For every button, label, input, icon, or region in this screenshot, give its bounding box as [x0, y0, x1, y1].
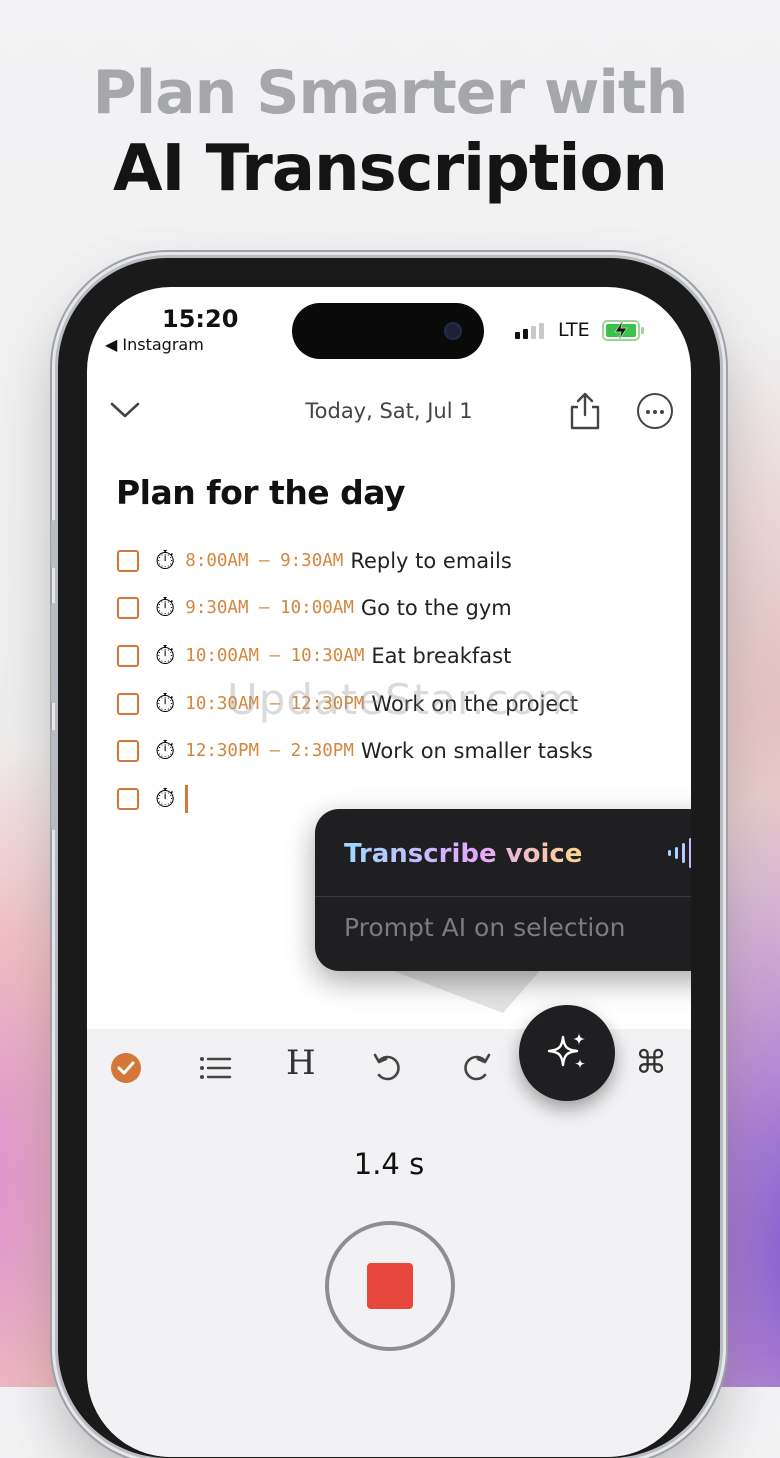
stop-recording-button[interactable] — [325, 1221, 455, 1351]
stopwatch-icon: ⏱ — [155, 688, 176, 719]
more-options-icon[interactable] — [637, 393, 673, 429]
stopwatch-icon: ⏱ — [155, 593, 176, 624]
stopwatch-icon: ⏱ — [155, 545, 176, 576]
stopwatch-icon: ⏱ — [155, 736, 176, 767]
headline-line-1: Plan Smarter with — [92, 58, 689, 128]
list-icon[interactable] — [197, 1051, 233, 1085]
undo-icon[interactable] — [371, 1051, 405, 1085]
sparkle-icon — [547, 1033, 585, 1069]
headline-line-2: AI Transcription — [113, 132, 668, 206]
transcribe-voice-option[interactable]: Transcribe voice — [315, 809, 691, 889]
battery-icon — [602, 319, 644, 341]
task-time: 8:00AM – 9:30AM — [185, 550, 344, 571]
task-item[interactable]: ⏱ 8:00AM – 9:30AM Reply to emails — [117, 537, 593, 585]
back-to-app-link[interactable]: ◀ Instagram — [105, 335, 204, 354]
task-time: 12:30PM – 2:30PM — [185, 741, 354, 762]
prompt-ai-option[interactable]: Prompt AI on selection — [315, 897, 691, 971]
task-item[interactable]: ⏱ 9:30AM – 10:00AM Go to the gym — [117, 585, 593, 633]
task-text: Reply to emails — [350, 548, 512, 573]
phone-frame: 15:20 ◀ Instagram LTE Today, Sat, Jul 1 … — [51, 258, 720, 1458]
watermark: UpdateStar.com — [227, 675, 579, 724]
camera-icon — [444, 322, 462, 340]
charging-bolt-icon — [614, 319, 628, 341]
ai-actions-menu: Transcribe voice Prompt AI on selection — [315, 809, 691, 971]
task-item[interactable]: ⏱ 12:30PM – 2:30PM Work on smaller tasks — [117, 727, 593, 775]
recording-duration: 1.4 s — [353, 1147, 425, 1181]
stopwatch-icon: ⏱ — [155, 640, 176, 671]
task-checkbox[interactable] — [117, 787, 139, 810]
dynamic-island — [292, 303, 484, 359]
volume-up-button — [51, 603, 58, 703]
waveform-icon — [668, 835, 691, 871]
status-time: 15:20 — [162, 305, 239, 333]
redo-icon[interactable] — [459, 1051, 493, 1085]
signal-icon — [515, 323, 544, 339]
task-time: 10:00AM – 10:30AM — [185, 645, 365, 666]
task-item[interactable]: ⏱ 10:00AM – 10:30AM Eat breakfast — [117, 632, 593, 680]
task-checkbox[interactable] — [117, 740, 139, 763]
action-button — [51, 520, 58, 568]
task-text: Go to the gym — [360, 596, 512, 621]
task-checkbox[interactable] — [117, 549, 139, 572]
task-time: 9:30AM – 10:00AM — [185, 598, 354, 619]
task-text: Work on smaller tasks — [360, 739, 593, 764]
prompt-ai-label: Prompt AI on selection — [344, 913, 626, 942]
checkbox-icon[interactable] — [109, 1051, 143, 1085]
stop-icon — [367, 1263, 413, 1309]
task-text: Eat breakfast — [371, 643, 512, 668]
heading-icon[interactable]: H — [286, 1043, 316, 1083]
phone-screen: 15:20 ◀ Instagram LTE Today, Sat, Jul 1 … — [87, 287, 691, 1457]
ai-sparkle-button[interactable] — [519, 1005, 615, 1101]
popover-pointer — [383, 967, 543, 1013]
command-icon[interactable]: ⌘ — [635, 1043, 667, 1081]
transcribe-voice-label: Transcribe voice — [344, 839, 583, 869]
task-checkbox[interactable] — [117, 644, 139, 667]
network-label: LTE — [558, 319, 590, 341]
text-cursor — [185, 784, 189, 813]
task-checkbox[interactable] — [117, 597, 139, 620]
volume-down-button — [51, 730, 58, 830]
share-icon[interactable] — [567, 391, 603, 431]
note-title[interactable]: Plan for the day — [116, 473, 406, 512]
stopwatch-icon: ⏱ — [155, 783, 176, 814]
task-checkbox[interactable] — [117, 692, 139, 715]
